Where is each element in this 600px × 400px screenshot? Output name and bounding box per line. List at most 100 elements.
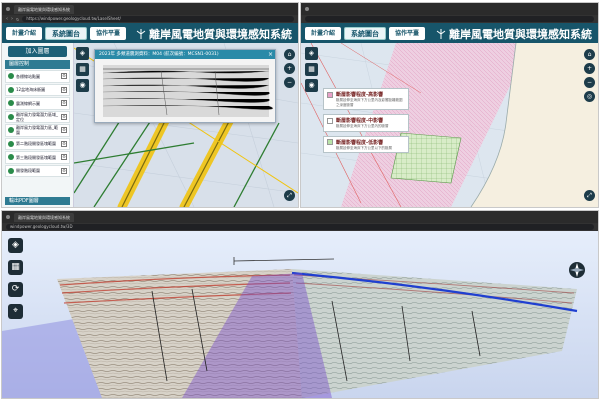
layer-item-label: 離岸風力發電潛力區域_定位	[16, 111, 58, 122]
zoom-out-icon[interactable]: −	[284, 77, 295, 88]
wind-turbine-icon	[136, 29, 146, 39]
forward-icon[interactable]: ›	[11, 16, 13, 22]
layer-item[interactable]: 12盆地海床斷圖 ⚙	[5, 83, 70, 96]
check-icon[interactable]	[8, 167, 14, 174]
fault-map-canvas[interactable]: 斷層影響程度-高影響 斷層延伸至海床下方公里內及影響距離範圍之深度斷層 斷層影響…	[301, 43, 598, 207]
check-icon[interactable]	[8, 140, 14, 147]
reload-icon[interactable]: ↻	[16, 17, 19, 22]
layer-item[interactable]: 離岸風力發電潛力區域_定位 ⚙	[5, 110, 70, 123]
home-icon[interactable]: ⌂	[584, 49, 595, 60]
map-canvas[interactable]: 2023年 多頻道震測資料：M04 (航次編號：MCSN1-0031) × ⌂ …	[74, 43, 298, 207]
map-toolbar-bottom: ⤢	[284, 190, 295, 201]
legend-mid-impact[interactable]: 斷層影響程度-中影響 斷層延伸至海床下方公里內的斷層	[323, 114, 409, 132]
browser-addressbar-2	[301, 15, 598, 23]
layer-item-label: 開發階段範圍	[16, 168, 40, 174]
window-top-left: 離岸風電地質與環境感知系統 ‹ › ↻ https://windpower.ge…	[2, 3, 298, 207]
window-dot-icon	[6, 7, 10, 11]
settings-icon[interactable]: ⚙	[61, 167, 67, 174]
zoom-out-icon[interactable]: −	[584, 77, 595, 88]
layers-icon[interactable]: ◈	[305, 47, 318, 60]
basemap-icon[interactable]: ▦	[76, 63, 89, 76]
nav-system-map-2[interactable]: 系統圖台	[344, 26, 387, 40]
layer-item[interactable]: 震測線網示圖 ⚙	[5, 97, 70, 110]
add-layer-button[interactable]: 加入圖層	[8, 46, 67, 57]
settings-icon[interactable]: ⚙	[61, 73, 67, 80]
legend-high-impact[interactable]: 斷層影響程度-高影響 斷層延伸至海床下方公里內及影響距離範圍之深度斷層	[323, 88, 409, 110]
compass-icon[interactable]	[568, 261, 586, 279]
browser-tabbar: 離岸風電地質與環境感知系統	[2, 3, 298, 15]
layer-item[interactable]: 各標線站點圖 ⚙	[5, 70, 70, 83]
app-title-text-2: 離岸風電地質與環境感知系統	[449, 28, 592, 41]
legend-desc-mid: 斷層延伸至海床下方公里內的斷層	[336, 124, 389, 128]
layer-item-label: 離岸風力發電潛力區_範圍	[16, 125, 58, 136]
popup-title-bar: 2023年 多頻道震測資料：M04 (航次編號：MCSN1-0031) ×	[95, 50, 275, 59]
settings-icon[interactable]: ⚙	[61, 154, 67, 161]
browser-tab-3[interactable]: 離岸風電地質與環境感知系統	[14, 212, 74, 222]
legend-desc-high: 斷層延伸至海床下方公里內及影響距離範圍之深度斷層	[336, 98, 403, 107]
layer-item[interactable]: 第三階段開發區塊範圍 ⚙	[5, 151, 70, 164]
check-icon[interactable]	[8, 113, 14, 120]
url-field[interactable]: https://windpower.geologycloud.tw/LaselS…	[22, 16, 294, 22]
browser-tabbar-2	[301, 3, 598, 15]
layer-control-header[interactable]: 圖層控制	[5, 60, 70, 69]
3d-seismic-block	[2, 231, 598, 398]
nav-collab-platform[interactable]: 協作平臺	[90, 26, 127, 40]
legend-desc-low: 斷層延伸至海床下方公里以下的斷層	[336, 145, 392, 150]
layer-item-label: 震測線網示圖	[16, 100, 40, 106]
fault-legend: 斷層影響程度-高影響 斷層延伸至海床下方公里內及影響距離範圍之深度斷層 斷層影響…	[323, 88, 409, 157]
3d-scene[interactable]	[2, 231, 598, 398]
wind-turbine-icon	[436, 29, 446, 39]
url-field-3[interactable]: windpower.geologycloud.tw/3D	[6, 224, 594, 230]
basemap-icon[interactable]: ▦	[305, 63, 318, 76]
close-icon[interactable]: ×	[268, 50, 273, 59]
layer-item-label: 各標線站點圖	[16, 73, 40, 79]
3d-view-icon[interactable]: ◉	[305, 79, 318, 92]
left-layer-tools-2: ◈ ▦ ◉	[305, 47, 318, 92]
window-top-right: 計畫介紹 系統圖台 協作平臺 離岸風電地質與環境感知系統 斷層影響程度-高影響 …	[301, 3, 598, 207]
3d-view-icon[interactable]: ◉	[76, 79, 89, 92]
browser-tab[interactable]: 離岸風電地質與環境感知系統	[14, 4, 74, 14]
settings-icon[interactable]: ⚙	[61, 140, 67, 147]
home-icon[interactable]: ⌂	[284, 49, 295, 60]
legend-swatch-low	[327, 139, 333, 145]
check-icon[interactable]	[8, 100, 14, 107]
window-dot-icon	[305, 7, 309, 11]
settings-icon[interactable]: ⚙	[61, 113, 67, 120]
legend-swatch-mid	[327, 117, 333, 124]
export-pdf-button[interactable]: 輸出PDF圖層	[5, 197, 70, 205]
zoom-in-icon[interactable]: +	[584, 63, 595, 74]
legend-low-impact[interactable]: 斷層影響程度-低影響 斷層延伸至海床下方公里以下的斷層	[323, 135, 409, 153]
layer-item[interactable]: 第二階段開發區塊範圍 ⚙	[5, 137, 70, 150]
measure-icon[interactable]: ⌖	[8, 304, 23, 319]
settings-icon[interactable]: ⚙	[61, 86, 67, 93]
nav-project-intro-2[interactable]: 計畫介紹	[305, 26, 342, 40]
check-icon[interactable]	[8, 154, 14, 161]
app-title-2: 離岸風電地質與環境感知系統	[436, 26, 592, 42]
popup-title: 2023年 多頻道震測資料：M04 (航次編號：MCSN1-0031)	[99, 52, 219, 57]
check-icon[interactable]	[8, 127, 14, 134]
url-field-2[interactable]	[305, 16, 594, 22]
window-bottom: 離岸風電地質與環境感知系統 windpower.geologycloud.tw/…	[2, 211, 598, 398]
layers-icon[interactable]: ◈	[76, 47, 89, 60]
fullscreen-icon[interactable]: ⤢	[584, 190, 595, 201]
fullscreen-icon[interactable]: ⤢	[284, 190, 295, 201]
layer-item[interactable]: 開發階段範圍 ⚙	[5, 164, 70, 177]
nav-system-map[interactable]: 系統圖台	[45, 26, 88, 40]
nav-collab-platform-2[interactable]: 協作平臺	[389, 26, 426, 40]
app-title: 離岸風電地質與環境感知系統	[136, 26, 292, 42]
basemap-icon[interactable]: ▦	[8, 260, 23, 275]
layer-item[interactable]: 離岸風力發電潛力區_範圍 ⚙	[5, 124, 70, 137]
layers-icon[interactable]: ◈	[8, 238, 23, 253]
check-icon[interactable]	[8, 73, 14, 80]
locate-icon[interactable]: ◎	[584, 91, 595, 102]
settings-icon[interactable]: ⚙	[61, 100, 67, 107]
layer-item-label: 12盆地海床斷圖	[16, 87, 46, 93]
settings-icon[interactable]: ⚙	[61, 127, 67, 134]
check-icon[interactable]	[8, 86, 14, 93]
layer-item-label: 第三階段開發區塊範圍	[16, 154, 56, 160]
map-toolbar-2-bottom: ⤢	[584, 190, 595, 201]
nav-project-intro[interactable]: 計畫介紹	[6, 26, 43, 40]
zoom-in-icon[interactable]: +	[284, 63, 295, 74]
back-icon[interactable]: ‹	[6, 16, 8, 22]
rotate-icon[interactable]: ⟳	[8, 282, 23, 297]
